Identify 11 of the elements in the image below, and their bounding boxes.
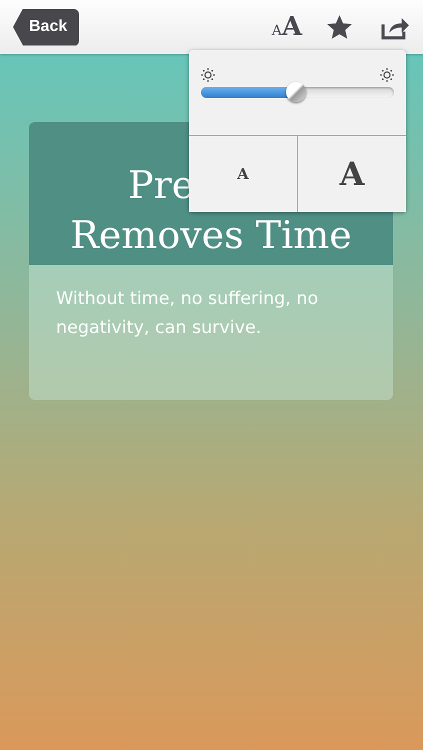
- star-icon[interactable]: [326, 14, 353, 40]
- smaller-text-button[interactable]: A: [189, 136, 297, 212]
- text-size-button[interactable]: AA: [272, 12, 302, 42]
- card-title: Removes Time: [70, 212, 352, 259]
- bright-brightness-icon: [380, 68, 394, 82]
- slider-thumb[interactable]: [286, 82, 306, 102]
- back-button[interactable]: Back: [13, 8, 80, 46]
- brightness-slider[interactable]: [201, 82, 394, 103]
- quote-text: Without time, no suffering, no negativity, can survive.: [56, 289, 318, 338]
- dim-brightness-icon: [201, 68, 215, 82]
- larger-text-button[interactable]: A: [297, 136, 406, 212]
